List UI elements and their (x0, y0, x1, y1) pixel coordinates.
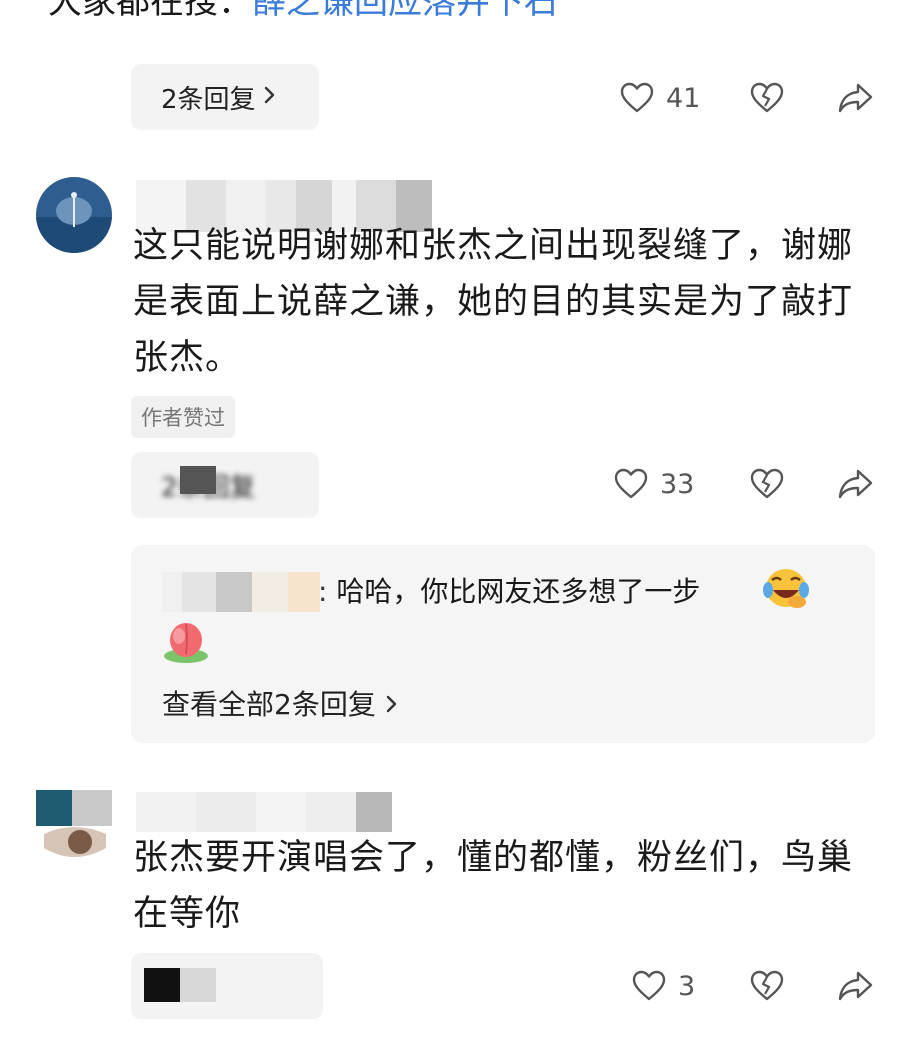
heart-icon (614, 468, 648, 500)
replies-button[interactable]: 2条回复 (131, 452, 319, 518)
comment-text: 张杰要开演唱会了，懂的都懂，粉丝们，鸟巢在等你 (133, 838, 854, 934)
chevron-right-icon (264, 85, 276, 110)
dislike-button[interactable] (750, 464, 784, 504)
comment-text: 这只能说明谢娜和张杰之间出现裂缝了，谢娜是表面上说薛之谦，她的目的其实是为了敲打… (133, 226, 854, 378)
dislike-button[interactable] (750, 78, 784, 118)
share-button[interactable] (838, 966, 874, 1006)
redaction-block (144, 968, 180, 1002)
sub-reply-username-redacted (162, 572, 320, 612)
like-count: 41 (666, 82, 701, 114)
laughing-crying-emoji-icon (762, 566, 810, 614)
like-button[interactable]: 33 (614, 464, 694, 504)
peach-emoji-icon (162, 618, 210, 668)
author-liked-badge: 作者赞过 (131, 396, 235, 438)
broken-heart-icon (750, 970, 784, 1002)
share-arrow-icon (838, 468, 874, 500)
replies-label: 2条回复 (161, 84, 256, 115)
search-prefix-label: 大家都在搜： (48, 0, 252, 22)
share-button[interactable] (838, 78, 874, 118)
sub-reply-text: : 哈哈，你比网友还多想了一步 (318, 575, 701, 608)
author-liked-label: 作者赞过 (131, 396, 235, 438)
share-button[interactable] (838, 464, 874, 504)
like-count: 3 (678, 970, 696, 1002)
search-suggestion[interactable]: 大家都在搜：薛之谦回应落井下石 (48, 0, 587, 23)
avatar[interactable] (36, 790, 112, 866)
view-all-replies-link[interactable]: 查看全部2条回复 (162, 683, 398, 723)
like-count: 33 (660, 468, 695, 500)
like-button[interactable]: 3 (632, 966, 695, 1006)
broken-heart-icon (750, 468, 784, 500)
search-icon (560, 0, 587, 8)
username-redacted (136, 792, 392, 832)
dislike-button[interactable] (750, 966, 784, 1006)
chevron-right-icon (386, 687, 398, 720)
avatar[interactable] (36, 177, 112, 253)
share-arrow-icon (838, 82, 874, 114)
heart-icon (632, 970, 666, 1002)
replies-button[interactable]: 2条回复 (131, 64, 319, 130)
heart-icon (620, 82, 654, 114)
redaction-block (180, 466, 216, 494)
search-query-link[interactable]: 薛之谦回应落井下石 (252, 0, 558, 22)
share-arrow-icon (838, 970, 874, 1002)
sub-reply-message: 哈哈，你比网友还多想了一步 (336, 575, 701, 608)
like-button[interactable]: 41 (620, 78, 700, 118)
broken-heart-icon (750, 82, 784, 114)
redaction-block (180, 968, 216, 1002)
view-all-replies-label: 查看全部2条回复 (162, 688, 376, 721)
